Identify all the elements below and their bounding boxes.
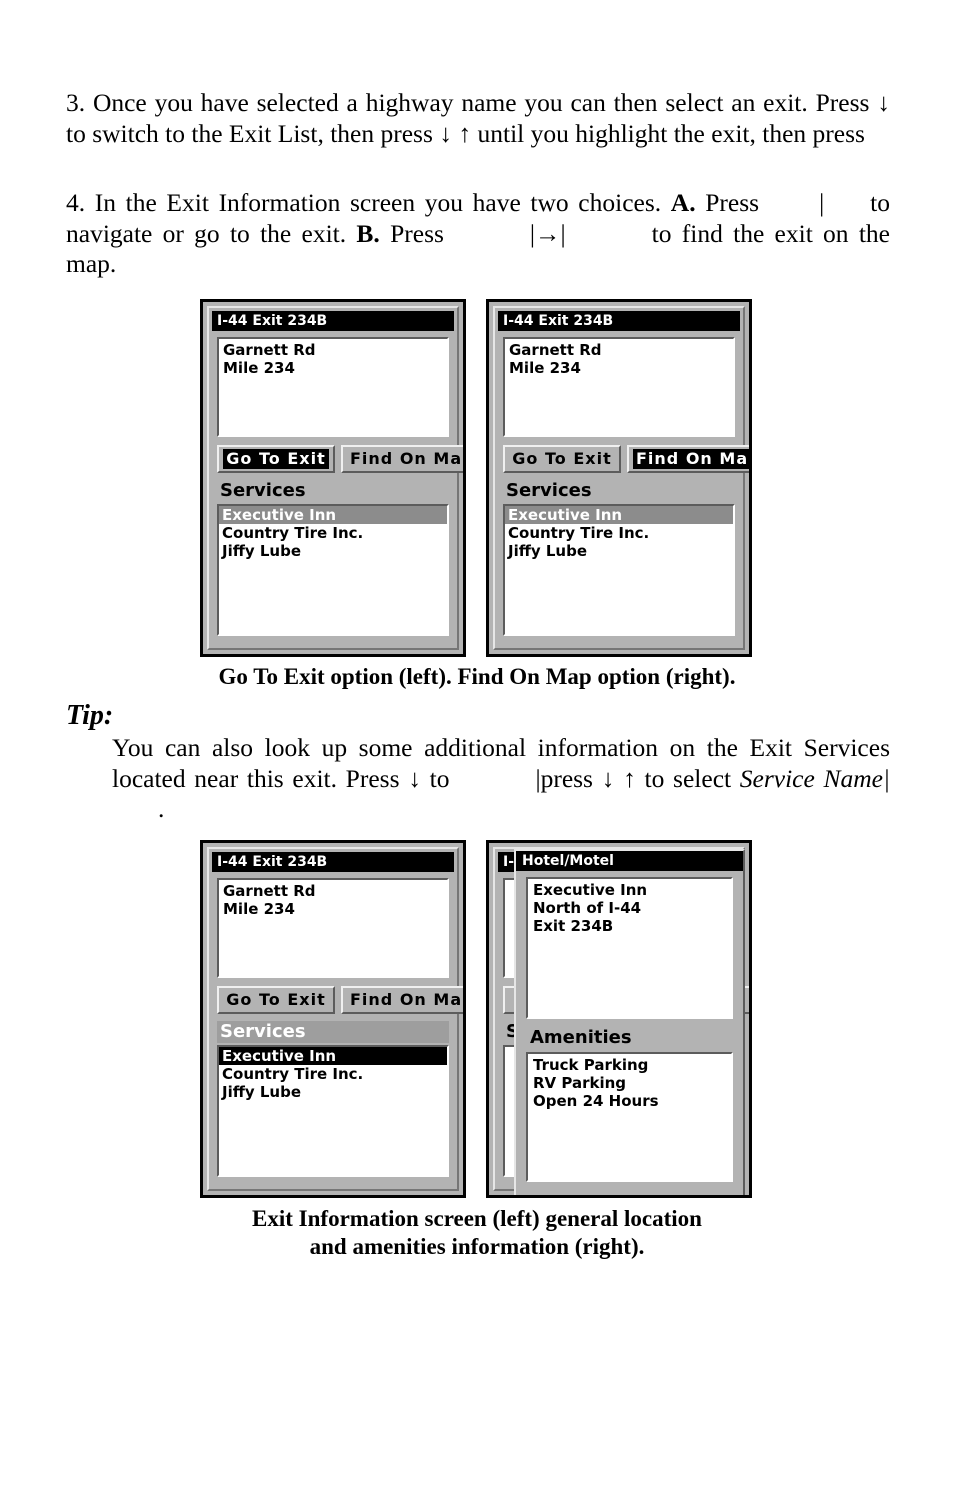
screen-title-bar: I-44 Exit 234B [212, 852, 454, 872]
tip-italic-service-name: Service Name| [739, 763, 890, 793]
list-item[interactable]: Executive Inn [219, 1047, 447, 1065]
services-list: Executive Inn Country Tire Inc. Jiffy Lu… [503, 504, 735, 636]
amenities-section-header: Amenities [530, 1027, 632, 1048]
list-item[interactable]: Country Tire Inc. [219, 524, 447, 542]
action-button-row: Go To Exit Find On Map [217, 986, 463, 1014]
keycap-enter-placeholder: |press [535, 763, 602, 793]
step3-text-a: Once you have selected a highway name yo… [92, 88, 878, 117]
location-info-box: Executive Inn North of I-44 Exit 234B [526, 877, 733, 1019]
services-section-header: Services [506, 480, 592, 501]
services-section-header: Services [217, 1021, 449, 1043]
amenities-list: Truck Parking RV Parking Open 24 Hours [526, 1052, 733, 1182]
gps-screen-go-to-exit: I-44 Exit 234B Garnett Rd Mile 234 Go To… [200, 299, 466, 657]
step3-number: 3. [66, 88, 86, 117]
gps-screen-find-on-map: I-44 Exit 234B Garnett Rd Mile 234 Go To… [486, 299, 752, 657]
paragraph-step-3: 3. Once you have selected a highway name… [66, 88, 890, 149]
exit-info-line: Garnett Rd [223, 882, 316, 900]
location-line: Executive Inn [533, 881, 648, 899]
tip-text-b: to [420, 763, 450, 793]
document-page: 3. Once you have selected a highway name… [0, 0, 954, 1487]
go-to-exit-label: Go To Exit [512, 449, 612, 468]
list-item[interactable]: Executive Inn [219, 506, 447, 524]
list-item[interactable]: Country Tire Inc. [219, 1065, 447, 1083]
list-item[interactable]: Jiffy Lube [219, 542, 447, 560]
step3-text-b: to switch to the Exit List, then press [66, 118, 440, 148]
gps-screen-exit-information: I-44 Exit 234B Garnett Rd Mile 234 Go To… [200, 840, 466, 1198]
list-item[interactable]: Truck Parking [533, 1056, 731, 1074]
keycap-enter-placeholder: | [819, 188, 825, 217]
dialog-title-bar: Hotel/Motel [516, 851, 743, 871]
screen-title-bar: I-44 Exit 234B [212, 311, 454, 331]
gps-screen-body: I-44 Exit 234B Garnett Rd Mile 234 Go To… [207, 306, 463, 650]
step4-choice-b-label: B. [356, 218, 380, 248]
list-item[interactable]: RV Parking [533, 1074, 731, 1092]
go-to-exit-label: Go To Exit [226, 990, 326, 1009]
tip-body: You can also look up some additional inf… [112, 733, 890, 825]
action-button-row: Go To Exit Find On Map [503, 445, 749, 473]
gps-screen-hotel-motel-detail: I- S Hotel/Motel Executive Inn North of … [486, 840, 752, 1198]
figure-caption-bottom: Exit Information screen (left) general l… [0, 1205, 954, 1261]
list-item[interactable]: Executive Inn [505, 506, 733, 524]
list-item[interactable]: Jiffy Lube [219, 1083, 447, 1101]
exit-info-box: Garnett Rd Mile 234 [217, 337, 449, 437]
services-list: Executive Inn Country Tire Inc. Jiffy Lu… [217, 504, 449, 636]
list-item[interactable]: Open 24 Hours [533, 1092, 731, 1110]
tip-heading: Tip: [66, 700, 114, 731]
find-on-map-button[interactable]: Find On Map [627, 445, 749, 473]
exit-info-box: Garnett Rd Mile 234 [503, 337, 735, 437]
exit-info-box: Garnett Rd Mile 234 [217, 878, 449, 978]
find-on-map-button[interactable]: Find On Map [341, 445, 466, 473]
list-item[interactable]: Country Tire Inc. [505, 524, 733, 542]
arrow-up-icon: ↑ [623, 763, 636, 793]
step4-text-b: Press [695, 188, 760, 217]
action-button-row: Go To Exit Find On Map [217, 445, 463, 473]
go-to-exit-button[interactable]: Go To Exit [217, 986, 335, 1014]
exit-info-line: Mile 234 [223, 900, 295, 918]
location-line: North of I-44 [533, 899, 642, 917]
arrow-down-icon: ↓ [877, 88, 890, 117]
services-section-header: Services [220, 480, 306, 501]
list-item[interactable]: Jiffy Lube [505, 542, 733, 560]
go-to-exit-button[interactable]: Go To Exit [503, 445, 621, 473]
go-to-exit-button[interactable]: Go To Exit [217, 445, 335, 473]
services-list: Executive Inn Country Tire Inc. Jiffy Lu… [217, 1045, 449, 1177]
arrow-down-icon: ↓ [439, 118, 452, 148]
arrow-down-icon: ↓ [408, 763, 421, 793]
gps-screen-body: I-44 Exit 234B Garnett Rd Mile 234 Go To… [207, 847, 463, 1191]
location-line: Exit 234B [533, 917, 614, 935]
hotel-motel-dialog: Hotel/Motel Executive Inn North of I-44 … [514, 849, 745, 1195]
find-on-map-label: Find On Map [350, 449, 466, 468]
gps-screen-body: I-44 Exit 234B Garnett Rd Mile 234 Go To… [493, 306, 749, 650]
find-on-map-label: Find On Map [350, 990, 466, 1009]
screen-title-bar: I-44 Exit 234B [498, 311, 740, 331]
go-to-exit-label: Go To Exit [223, 449, 329, 469]
gps-screen-body: I- S Hotel/Motel Executive Inn North of … [493, 847, 749, 1195]
paragraph-step-4: 4. In the Exit Information screen you ha… [66, 188, 890, 280]
find-on-map-button[interactable]: Find On Map [341, 986, 466, 1014]
exit-info-line: Mile 234 [509, 359, 581, 377]
arrow-up-icon: ↑ [458, 118, 472, 148]
figure-caption-bottom-line1: Exit Information screen (left) general l… [252, 1206, 702, 1231]
step3-text-c: until you highlight the exit, then press [471, 118, 865, 148]
tip-text-c: to select [635, 763, 740, 793]
figure-caption-bottom-line2: and amenities information (right). [309, 1234, 645, 1259]
exit-info-line: Mile 234 [223, 359, 295, 377]
arrow-down-icon: ↓ [601, 763, 615, 793]
step4-text-d: Press [379, 218, 444, 248]
step4-number: 4. [66, 188, 86, 217]
exit-info-line: Garnett Rd [223, 341, 316, 359]
figure-caption-top: Go To Exit option (left). Find On Map op… [218, 664, 736, 689]
find-on-map-label: Find On Map [633, 449, 749, 469]
step4-choice-a-label: A. [670, 188, 696, 217]
tip-text-d: . [158, 794, 165, 823]
step4-text-a: In the Exit Information screen you have … [94, 188, 671, 217]
keycap-arrow-right-placeholder: |→| [529, 218, 566, 248]
exit-info-line: Garnett Rd [509, 341, 602, 359]
